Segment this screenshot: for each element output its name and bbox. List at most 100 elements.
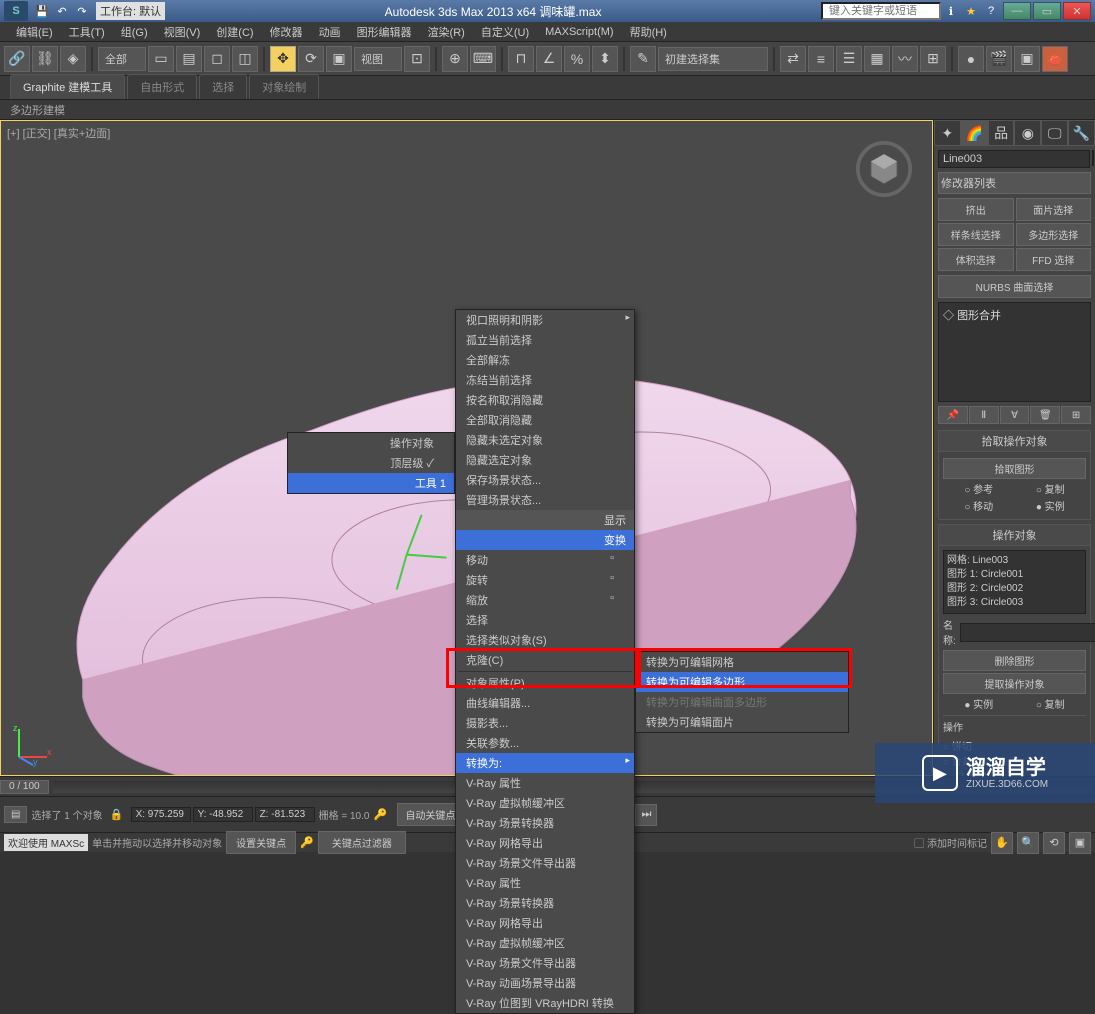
keyfilter-button[interactable]: 关键点过滤器 — [318, 831, 406, 854]
cm-vray-converter[interactable]: V-Ray 场景转换器 — [456, 813, 634, 833]
autokey-button[interactable]: 自动关键点 — [397, 803, 463, 826]
utilities-tab-icon[interactable]: 🔧 — [1068, 120, 1095, 146]
spinner-snap-icon[interactable]: ⬍ — [592, 46, 618, 72]
modify-tab-icon[interactable]: 🌈 — [961, 120, 988, 146]
goto-end-icon[interactable]: ⏭ — [635, 804, 657, 826]
mod-ffd-select[interactable]: FFD 选择 — [1016, 248, 1092, 271]
extract-button[interactable]: 提取操作对象 — [943, 673, 1086, 694]
cm-vray-scene-exp2[interactable]: V-Ray 场景文件导出器 — [456, 953, 634, 973]
window-crossing-icon[interactable]: ◫ — [232, 46, 258, 72]
cm-dope-sheet[interactable]: 摄影表... — [456, 713, 634, 733]
pan-icon[interactable]: ✋ — [991, 832, 1013, 854]
viewport-label[interactable]: [+] [正交] [真实+边面] — [7, 125, 110, 141]
schematic-icon[interactable]: ⊞ — [920, 46, 946, 72]
tab-freeform[interactable]: 自由形式 — [127, 74, 197, 99]
ribbon-subtab[interactable]: 多边形建模 — [0, 100, 1095, 120]
cm-hide-unselected[interactable]: 隐藏未选定对象 — [456, 430, 634, 450]
redo-icon[interactable]: ↷ — [73, 2, 91, 20]
motion-tab-icon[interactable]: ◉ — [1014, 120, 1041, 146]
named-sel-dropdown[interactable]: 初建选择集 — [658, 47, 768, 71]
unique-icon[interactable]: ∀ — [1000, 406, 1030, 424]
star-icon[interactable]: ★ — [962, 2, 980, 20]
tab-object-paint[interactable]: 对象绘制 — [249, 74, 319, 99]
graphite-icon[interactable]: ▦ — [864, 46, 890, 72]
cm-vray-anim-exp[interactable]: V-Ray 动画场景导出器 — [456, 973, 634, 993]
bind-icon[interactable]: ◈ — [60, 46, 86, 72]
help-icon[interactable]: ? — [982, 2, 1000, 20]
coord-y-field[interactable] — [193, 807, 253, 822]
cm-clone[interactable]: 克隆(C) — [456, 650, 634, 670]
hierarchy-tab-icon[interactable]: 品 — [988, 120, 1015, 146]
undo-icon[interactable]: ↶ — [53, 2, 71, 20]
radio-ext-instance[interactable]: ● 实例 — [964, 696, 993, 711]
modifier-stack[interactable]: ◇ 图形合并 — [938, 302, 1091, 402]
radio-instance[interactable]: ● 实例 — [1036, 498, 1065, 513]
radio-move[interactable]: ○ 移动 — [964, 498, 993, 513]
cm-wire-params[interactable]: 关联参数... — [456, 733, 634, 753]
cm-object-props[interactable]: 对象属性(P)... — [456, 673, 634, 693]
mod-patch-select[interactable]: 面片选择 — [1016, 198, 1092, 221]
curve-editor-icon[interactable]: 〰 — [892, 46, 918, 72]
menu-maxscript[interactable]: MAXScript(M) — [537, 24, 621, 40]
pick-shape-button[interactable]: 拾取图形 — [943, 458, 1086, 479]
delete-shape-button[interactable]: 删除图形 — [943, 650, 1086, 671]
cm-select-similar[interactable]: 选择类似对象(S) — [456, 630, 634, 650]
operands-list[interactable]: 网格: Line003 图形 1: Circle001 图形 2: Circle… — [943, 550, 1086, 614]
align-icon[interactable]: ≡ — [808, 46, 834, 72]
menu-rendering[interactable]: 渲染(R) — [420, 22, 473, 42]
setkey-big-icon[interactable]: 🔑 — [300, 836, 314, 849]
snap-icon[interactable]: ⊓ — [508, 46, 534, 72]
manipulate-icon[interactable]: ⊕ — [442, 46, 468, 72]
select-rect-icon[interactable]: ◻ — [204, 46, 230, 72]
cm-vray-vfb2[interactable]: V-Ray 虚拟帧缓冲区 — [456, 933, 634, 953]
lock-icon[interactable]: 🔒 — [107, 808, 127, 821]
cm-vray-props2[interactable]: V-Ray 属性 — [456, 873, 634, 893]
cm-freeze[interactable]: 冻结当前选择 — [456, 370, 634, 390]
cm-convert-to[interactable]: 转换为: — [456, 753, 634, 773]
operand-name-field[interactable] — [960, 623, 1095, 642]
menu-create[interactable]: 创建(C) — [208, 22, 261, 42]
select-by-name-icon[interactable]: ▤ — [176, 46, 202, 72]
cm-conv-mesh[interactable]: 转换为可编辑网格 — [636, 652, 848, 672]
use-center-icon[interactable]: ⊡ — [404, 46, 430, 72]
cm-scale[interactable]: 缩放 ▫ — [456, 590, 634, 610]
menu-animation[interactable]: 动画 — [311, 22, 349, 42]
coord-x-field[interactable] — [131, 807, 191, 822]
cm-unfreeze-all[interactable]: 全部解冻 — [456, 350, 634, 370]
tab-selection[interactable]: 选择 — [199, 74, 247, 99]
mod-nurbs[interactable]: NURBS 曲面选择 — [938, 275, 1091, 298]
cm-unhide-all[interactable]: 全部取消隐藏 — [456, 410, 634, 430]
render-icon[interactable]: 🫖 — [1042, 46, 1068, 72]
pin-stack-icon[interactable]: 📌 — [938, 406, 968, 424]
select-rotate-icon[interactable]: ⟳ — [298, 46, 324, 72]
cm-op-object[interactable]: 操作对象 — [288, 433, 454, 453]
key-icon[interactable]: 🔑 — [373, 808, 393, 821]
angle-snap-icon[interactable]: ∠ — [536, 46, 562, 72]
object-color-swatch[interactable] — [1092, 150, 1094, 166]
keyboard-shortcut-icon[interactable]: ⌨ — [470, 46, 496, 72]
selection-filter-dropdown[interactable]: 全部 — [98, 47, 146, 71]
select-move-icon[interactable]: ✥ — [270, 46, 296, 72]
tab-graphite[interactable]: Graphite 建模工具 — [10, 74, 125, 99]
menu-group[interactable]: 组(G) — [113, 22, 156, 42]
modifier-list-dropdown[interactable]: 修改器列表 — [938, 172, 1091, 194]
cm-select[interactable]: 选择 — [456, 610, 634, 630]
cm-vray-vfb[interactable]: V-Ray 虚拟帧缓冲区 — [456, 793, 634, 813]
render-setup-icon[interactable]: 🎬 — [986, 46, 1012, 72]
radio-copy[interactable]: ○ 复制 — [1036, 481, 1065, 496]
orbit-icon[interactable]: ⟲ — [1043, 832, 1065, 854]
info-icon[interactable]: ℹ — [942, 2, 960, 20]
mirror-icon[interactable]: ⇄ — [780, 46, 806, 72]
setkey-button[interactable]: 设置关键点 — [226, 831, 296, 854]
menu-modifiers[interactable]: 修改器 — [262, 22, 311, 42]
mod-poly-select[interactable]: 多边形选择 — [1016, 223, 1092, 246]
ref-coord-dropdown[interactable]: 视图 — [354, 47, 402, 71]
cm-vray-converter2[interactable]: V-Ray 场景转换器 — [456, 893, 634, 913]
display-tab-icon[interactable]: 🖵 — [1041, 120, 1068, 146]
cm-vray-props[interactable]: V-Ray 属性 — [456, 773, 634, 793]
show-end-icon[interactable]: Ⅱ — [969, 406, 999, 424]
restore-button[interactable]: ▭ — [1033, 2, 1061, 20]
create-tab-icon[interactable]: ✦ — [934, 120, 961, 146]
save-icon[interactable]: 💾 — [33, 2, 51, 20]
cm-hide-selected[interactable]: 隐藏选定对象 — [456, 450, 634, 470]
